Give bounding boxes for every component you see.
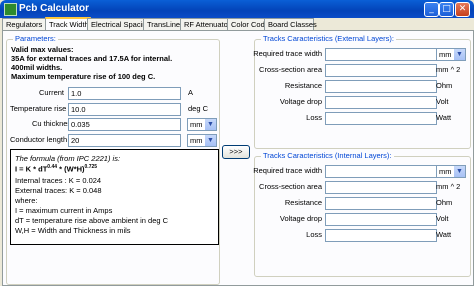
internal-k-line: Internal traces : K = 0.024 xyxy=(15,176,102,185)
internal-row-unit: Ohm xyxy=(436,198,453,207)
formula-exp-2: 0.725 xyxy=(84,164,98,170)
formula-part-1: I = K * dT xyxy=(15,164,48,174)
external-row-label: Cross-section area xyxy=(259,65,322,74)
external-row-unit: Watt xyxy=(436,113,452,122)
external-row-output[interactable] xyxy=(325,112,437,125)
external-row-output[interactable] xyxy=(325,96,437,109)
current-input[interactable]: 1.0 xyxy=(68,87,181,100)
formula-exp-1: 0.44 xyxy=(47,164,58,170)
external-row-unit: Ohm xyxy=(436,81,453,90)
temperature-input[interactable]: 10.0 xyxy=(68,103,181,116)
temperature-label: Temperature rise xyxy=(10,104,67,113)
where-line: where: xyxy=(15,196,38,205)
internal-row-label: Cross-section area xyxy=(259,182,322,191)
formula-main: I = K * dT0.44 * (W*H)0.725 xyxy=(15,164,97,174)
external-layers-group: Tracks Caracteristics (External Layers):… xyxy=(253,34,471,149)
maximize-button[interactable]: □ xyxy=(439,2,454,17)
chevron-down-icon[interactable]: ▼ xyxy=(205,135,216,146)
length-label: Conductor length xyxy=(10,135,68,144)
app-icon xyxy=(4,3,17,16)
tab-transline[interactable]: TransLine xyxy=(143,18,185,30)
external-row-output[interactable] xyxy=(325,48,437,61)
external-row-label: Required trace width xyxy=(253,49,322,58)
cu-unit-value: mm xyxy=(190,120,203,129)
internal-row-label: Resistance xyxy=(284,198,322,207)
info-line-3: 400mil widths. xyxy=(11,63,63,72)
i-definition: I = maximum current in Amps xyxy=(15,206,113,215)
calculate-button[interactable]: >>> xyxy=(222,145,250,159)
external-row-label: Voltage drop xyxy=(279,97,322,106)
dt-definition: dT = temperature rise above ambient in d… xyxy=(15,216,169,225)
external-row-label: Resistance xyxy=(284,81,322,90)
formula-part-2: * (W*H) xyxy=(57,164,85,174)
info-line-4: Maximum temperature rise of 100 deg C. xyxy=(11,72,156,81)
internal-row-output[interactable] xyxy=(325,229,437,242)
chevron-down-icon[interactable]: ▼ xyxy=(454,166,465,177)
formula-intro: The formula (from IPC 2221) is: xyxy=(15,154,121,163)
external-row-unit: Volt xyxy=(436,97,449,106)
parameters-legend: Parameters: xyxy=(13,34,58,43)
length-input[interactable]: 20 xyxy=(68,134,181,147)
close-button[interactable]: ✕ xyxy=(455,2,470,17)
external-k-line: External traces: K = 0.048 xyxy=(15,186,102,195)
chevron-down-icon[interactable]: ▼ xyxy=(205,119,216,130)
info-line-2: 35A for external traces and 17.5A for in… xyxy=(11,54,173,63)
internal-row-label: Loss xyxy=(306,230,322,239)
external-row-output[interactable] xyxy=(325,80,437,93)
internal-width-unit-select[interactable]: mm ▼ xyxy=(436,165,466,178)
external-row-label: Loss xyxy=(306,113,322,122)
external-width-unit-select[interactable]: mm ▼ xyxy=(436,48,466,61)
internal-layers-group: Tracks Caracteristics (Internal Layers):… xyxy=(253,151,471,277)
internal-row-output[interactable] xyxy=(325,197,437,210)
external-row-output[interactable] xyxy=(325,64,437,77)
info-line-1: Valid max values: xyxy=(11,45,74,54)
internal-row-label: Voltage drop xyxy=(279,214,322,223)
internal-width-unit-value: mm xyxy=(439,167,452,176)
internal-row-unit: Volt xyxy=(436,214,449,223)
length-unit-value: mm xyxy=(190,136,203,145)
internal-row-output[interactable] xyxy=(325,181,437,194)
track-width-panel: Parameters: Valid max values: 35A for ex… xyxy=(2,30,474,286)
cu-unit-select[interactable]: mm ▼ xyxy=(187,118,217,131)
internal-row-unit: mm ^ 2 xyxy=(436,182,461,191)
internal-row-label: Required trace width xyxy=(253,166,322,175)
tab-electrical-spacing[interactable]: Electrical Spacing xyxy=(87,18,151,30)
tab-track-width[interactable]: Track Width xyxy=(45,17,91,31)
window-title: Pcb Calculator xyxy=(19,3,90,14)
internal-row-output[interactable] xyxy=(325,213,437,226)
formula-box: The formula (from IPC 2221) is: I = K * … xyxy=(10,149,219,245)
external-legend: Tracks Caracteristics (External Layers): xyxy=(261,34,397,43)
title-bar: Pcb Calculator _ □ ✕ xyxy=(0,0,474,18)
cu-thickness-input[interactable]: 0.035 xyxy=(68,118,181,131)
temperature-unit: deg C xyxy=(188,104,209,113)
current-unit: A xyxy=(188,88,194,97)
internal-row-output[interactable] xyxy=(325,165,437,178)
tab-rf-attenuators[interactable]: RF Attenuators xyxy=(180,18,234,30)
tab-regulators[interactable]: Regulators xyxy=(2,18,48,30)
wh-definition: W,H = Width and Thickness in mils xyxy=(15,226,131,235)
length-unit-select[interactable]: mm ▼ xyxy=(187,134,217,147)
external-row-unit: mm ^ 2 xyxy=(436,65,461,74)
internal-legend: Tracks Caracteristics (Internal Layers): xyxy=(261,151,394,160)
minimize-button[interactable]: _ xyxy=(424,2,439,17)
current-label: Current xyxy=(39,88,65,97)
tab-color-code[interactable]: Color Code xyxy=(227,18,269,30)
internal-row-unit: Watt xyxy=(436,230,452,239)
external-width-unit-value: mm xyxy=(439,50,452,59)
chevron-down-icon[interactable]: ▼ xyxy=(454,49,465,60)
tab-board-classes[interactable]: Board Classes xyxy=(264,18,317,30)
